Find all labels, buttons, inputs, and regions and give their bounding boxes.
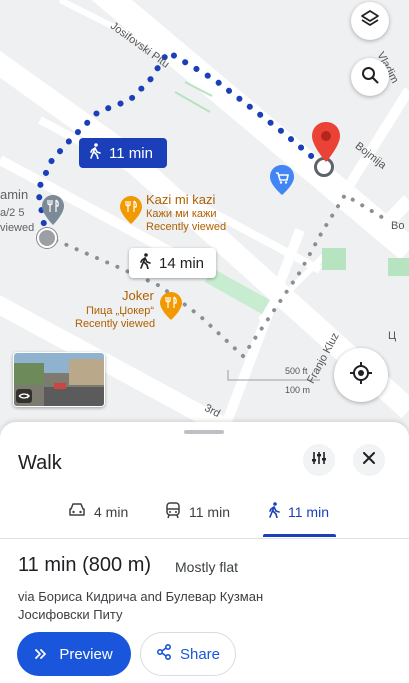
walk-icon (268, 502, 280, 521)
route-start-marker (37, 228, 57, 248)
route-time-alt: 14 min (159, 254, 205, 272)
poi-kazi-status: Recently viewed (146, 221, 227, 233)
car-icon (68, 502, 86, 521)
search-icon (361, 66, 379, 89)
my-location-button[interactable] (334, 348, 388, 402)
poi-left-altname: а/2 5 (0, 207, 25, 219)
crosshair-icon (349, 361, 373, 390)
directions-sheet: Walk 4 min 11 min 11 min 11 min (800 m) … (0, 422, 409, 683)
street-view-thumbnail[interactable] (13, 352, 105, 407)
sheet-title: Walk (18, 452, 62, 474)
walk-icon (89, 143, 101, 163)
map-view[interactable]: amin а/2 5 viewed Kazi mi kazi Кажи ми к… (0, 0, 409, 440)
street-label-right-lower: Ц (388, 330, 397, 342)
double-chevron-right-icon (35, 646, 47, 663)
share-icon (156, 643, 172, 664)
tab-drive[interactable]: 4 min (68, 502, 128, 521)
route-time-bubble-alt[interactable]: 14 min (129, 248, 216, 278)
route-options-button[interactable] (303, 444, 335, 476)
tab-drive-label: 4 min (94, 503, 129, 520)
share-button-label: Share (179, 645, 221, 663)
share-button[interactable]: Share (140, 632, 236, 676)
route-time-primary: 11 min (109, 144, 153, 162)
route-terrain-note: Mostly flat (175, 559, 239, 575)
layers-button[interactable] (351, 2, 389, 40)
close-button[interactable] (353, 444, 385, 476)
poi-joker-status: Recently viewed (75, 318, 156, 330)
route-time-bubble-primary[interactable]: 11 min (79, 138, 167, 168)
poi-joker-altname: Пица „Џокер“ (86, 305, 155, 317)
route-via: via Бориса Кидрича and Булевар Кузман Јо… (18, 589, 264, 622)
tab-walk[interactable]: 11 min (268, 502, 329, 521)
drag-handle[interactable] (184, 430, 224, 434)
tune-icon (311, 450, 327, 471)
map-scale-ft: 500 ft (285, 366, 308, 376)
rotate-360-icon (16, 389, 32, 403)
preview-button[interactable]: Preview (17, 632, 131, 676)
search-button[interactable] (351, 58, 389, 96)
layers-icon (360, 9, 380, 34)
transit-icon (165, 502, 181, 522)
restaurant-pin-icon[interactable] (160, 292, 182, 325)
close-icon (363, 451, 375, 469)
poi-joker-name[interactable]: Joker (122, 288, 154, 303)
tab-walk-label: 11 min (288, 503, 329, 520)
shopping-cart-icon[interactable] (270, 165, 294, 200)
poi-kazi-name[interactable]: Kazi mi kazi (146, 192, 215, 207)
divider (0, 538, 409, 539)
street-label-right-edge: Bo (391, 220, 405, 232)
tab-transit[interactable]: 11 min (165, 502, 230, 522)
restaurant-pin-icon[interactable] (120, 196, 142, 229)
route-time-distance: 11 min (800 m) (18, 554, 152, 576)
active-tab-indicator (263, 534, 336, 537)
preview-button-label: Preview (59, 645, 113, 663)
destination-pin-icon[interactable] (312, 122, 340, 167)
tab-transit-label: 11 min (189, 504, 230, 520)
poi-kazi-altname: Кажи ми кажи (146, 208, 217, 220)
poi-left-status: viewed (0, 222, 35, 234)
restaurant-pin-icon[interactable] (42, 195, 64, 230)
poi-left-name[interactable]: amin (0, 187, 28, 202)
map-scale-m: 100 m (285, 385, 311, 395)
walk-icon (139, 253, 151, 273)
